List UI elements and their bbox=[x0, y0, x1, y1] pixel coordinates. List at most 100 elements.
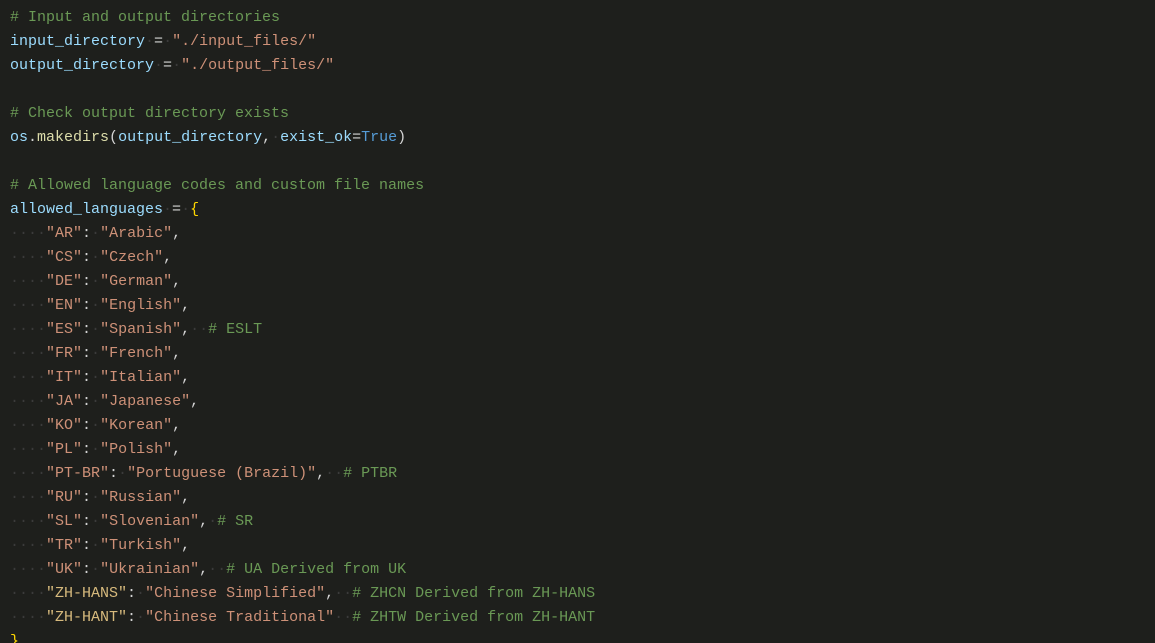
lang-key-zhhans: "ZH-HANS" bbox=[46, 585, 127, 602]
ws-dot: · bbox=[91, 345, 100, 362]
lang-val-zhhant: "Chinese Traditional" bbox=[145, 609, 334, 626]
ws-dot: · bbox=[91, 441, 100, 458]
brace-close: } bbox=[10, 633, 19, 643]
op-colon: : bbox=[82, 225, 91, 242]
lang-val-ko: "Korean" bbox=[100, 417, 172, 434]
op-comma: , bbox=[172, 273, 181, 290]
ws-dot: · bbox=[343, 585, 352, 602]
lang-val-ja: "Japanese" bbox=[100, 393, 190, 410]
op-eq: = bbox=[172, 201, 181, 218]
op-comma: , bbox=[316, 465, 325, 482]
op-colon: : bbox=[82, 321, 91, 338]
ws-dot: · bbox=[91, 393, 100, 410]
lang-key-en: "EN" bbox=[46, 297, 82, 314]
kwarg-exist-ok: exist_ok bbox=[280, 129, 352, 146]
lang-val-fr: "French" bbox=[100, 345, 172, 362]
paren-open: ( bbox=[109, 129, 118, 146]
ws-indent: ···· bbox=[10, 561, 46, 578]
ws-dot: · bbox=[145, 33, 154, 50]
ws-indent: ···· bbox=[10, 321, 46, 338]
arg-output-dir: output_directory bbox=[118, 129, 262, 146]
comment-sr: # SR bbox=[217, 513, 253, 530]
op-eq: = bbox=[352, 129, 361, 146]
op-comma: , bbox=[181, 321, 190, 338]
code-editor[interactable]: # Input and output directories input_dir… bbox=[0, 0, 1155, 643]
op-colon: : bbox=[82, 513, 91, 530]
ws-dot: · bbox=[91, 489, 100, 506]
comment-ua: # UA Derived from UK bbox=[226, 561, 406, 578]
lang-key-ja: "JA" bbox=[46, 393, 82, 410]
ws-dot: · bbox=[181, 201, 190, 218]
lang-key-it: "IT" bbox=[46, 369, 82, 386]
var-input-dir: input_directory bbox=[10, 33, 145, 50]
ws-dot: · bbox=[91, 561, 100, 578]
op-colon: : bbox=[82, 441, 91, 458]
op-comma: , bbox=[199, 513, 208, 530]
ws-dot: · bbox=[271, 129, 280, 146]
comment-eslt: # ESLT bbox=[208, 321, 262, 338]
lang-key-ru: "RU" bbox=[46, 489, 82, 506]
lang-key-zhhant: "ZH-HANT" bbox=[46, 609, 127, 626]
lang-val-sl: "Slovenian" bbox=[100, 513, 199, 530]
ws-dot: · bbox=[154, 57, 163, 74]
const-true: True bbox=[361, 129, 397, 146]
ws-indent: ···· bbox=[10, 609, 46, 626]
ws-dot: · bbox=[334, 585, 343, 602]
ws-dot: · bbox=[208, 513, 217, 530]
ws-indent: ···· bbox=[10, 537, 46, 554]
ws-dot: · bbox=[217, 561, 226, 578]
ws-indent: ···· bbox=[10, 417, 46, 434]
ws-dot: · bbox=[118, 465, 127, 482]
op-colon: : bbox=[82, 297, 91, 314]
ws-dot: · bbox=[163, 33, 172, 50]
lang-val-es: "Spanish" bbox=[100, 321, 181, 338]
ws-dot: · bbox=[325, 465, 334, 482]
op-colon: : bbox=[82, 561, 91, 578]
lang-val-tr: "Turkish" bbox=[100, 537, 181, 554]
lang-key-cs: "CS" bbox=[46, 249, 82, 266]
lang-key-uk: "UK" bbox=[46, 561, 82, 578]
ws-dot: · bbox=[334, 609, 343, 626]
op-comma: , bbox=[325, 585, 334, 602]
var-output-dir: output_directory bbox=[10, 57, 154, 74]
comment-check: # Check output directory exists bbox=[10, 105, 289, 122]
comment-langs: # Allowed language codes and custom file… bbox=[10, 177, 424, 194]
ws-indent: ···· bbox=[10, 489, 46, 506]
op-comma: , bbox=[199, 561, 208, 578]
op-comma: , bbox=[181, 537, 190, 554]
lang-key-ptbr: "PT-BR" bbox=[46, 465, 109, 482]
ws-dot: · bbox=[91, 225, 100, 242]
lang-val-cs: "Czech" bbox=[100, 249, 163, 266]
mod-os: os bbox=[10, 129, 28, 146]
ws-dot: · bbox=[91, 369, 100, 386]
op-dot: . bbox=[28, 129, 37, 146]
op-comma: , bbox=[190, 393, 199, 410]
op-comma: , bbox=[181, 489, 190, 506]
lang-val-ru: "Russian" bbox=[100, 489, 181, 506]
op-comma: , bbox=[181, 369, 190, 386]
brace-open: { bbox=[190, 201, 199, 218]
comment-ptbr: # PTBR bbox=[343, 465, 397, 482]
ws-dot: · bbox=[208, 561, 217, 578]
ws-indent: ···· bbox=[10, 345, 46, 362]
ws-dot: · bbox=[136, 585, 145, 602]
fn-makedirs: makedirs bbox=[37, 129, 109, 146]
op-colon: : bbox=[127, 609, 136, 626]
op-comma: , bbox=[172, 345, 181, 362]
op-colon: : bbox=[82, 537, 91, 554]
lang-key-pl: "PL" bbox=[46, 441, 82, 458]
op-colon: : bbox=[82, 273, 91, 290]
lang-key-tr: "TR" bbox=[46, 537, 82, 554]
op-colon: : bbox=[127, 585, 136, 602]
ws-dot: · bbox=[91, 513, 100, 530]
paren-close: ) bbox=[397, 129, 406, 146]
op-colon: : bbox=[82, 369, 91, 386]
ws-indent: ···· bbox=[10, 249, 46, 266]
op-colon: : bbox=[82, 249, 91, 266]
op-eq: = bbox=[154, 33, 163, 50]
ws-dot: · bbox=[91, 297, 100, 314]
comment-io: # Input and output directories bbox=[10, 9, 280, 26]
ws-dot: · bbox=[199, 321, 208, 338]
ws-indent: ···· bbox=[10, 585, 46, 602]
ws-dot: · bbox=[91, 321, 100, 338]
